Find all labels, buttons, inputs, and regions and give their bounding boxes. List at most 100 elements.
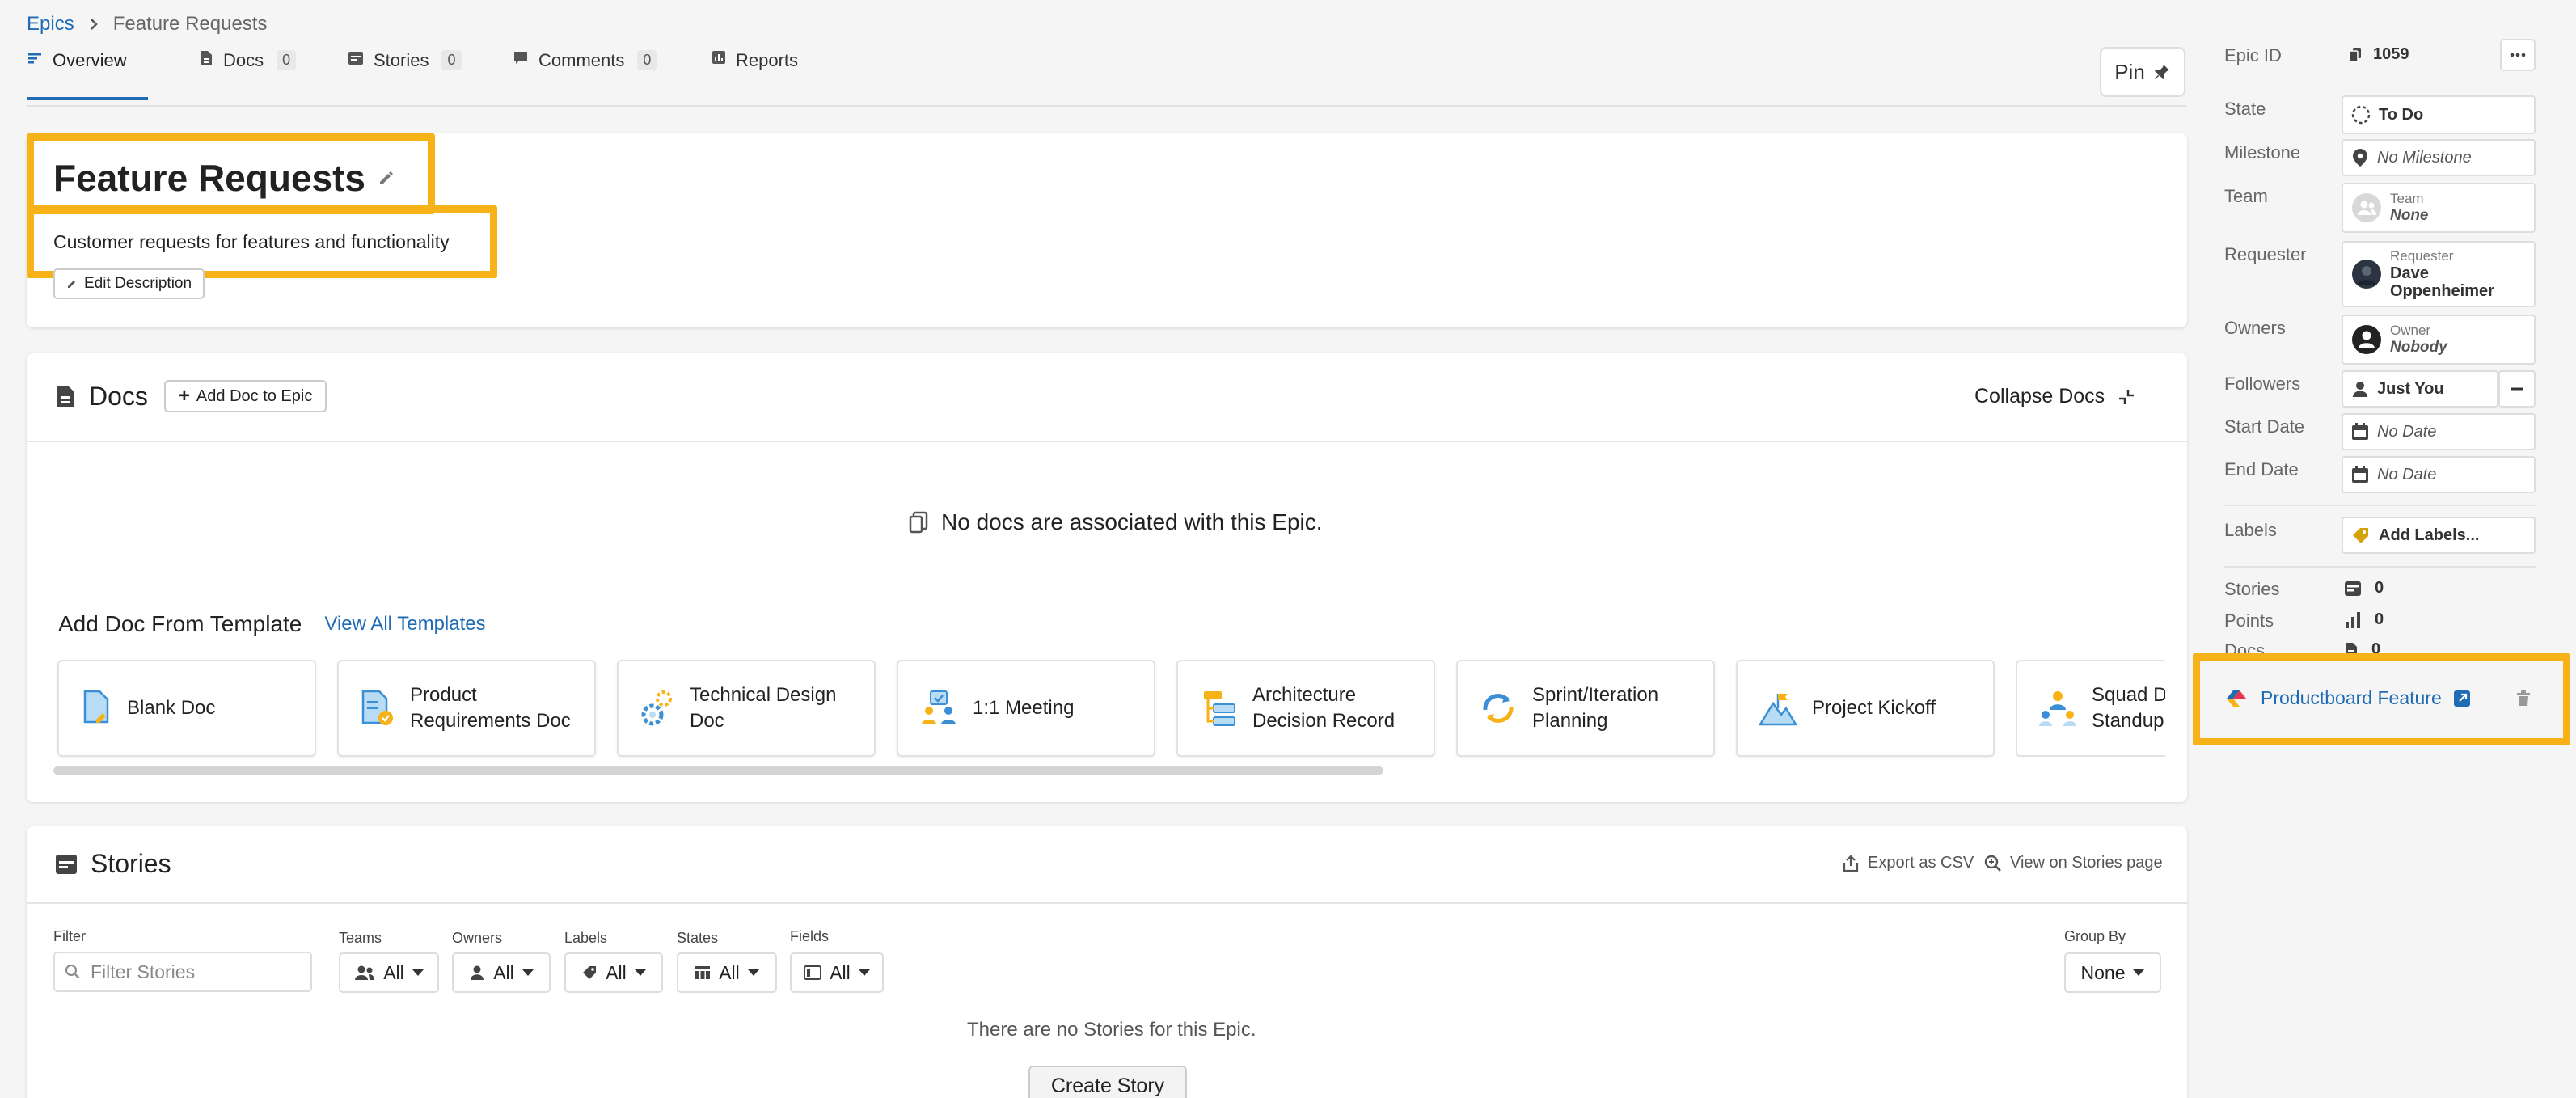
view-stories-page-link[interactable]: View on Stories page xyxy=(1984,854,2163,872)
template-product-line2: Requirements Doc xyxy=(410,710,571,732)
milestone-label: Milestone xyxy=(2224,142,2301,163)
state-field[interactable]: To Do xyxy=(2342,95,2536,134)
create-story-label: Create Story xyxy=(1050,1074,1165,1097)
requester-avatar xyxy=(2351,259,2382,289)
template-blank-doc-line1: Blank Doc xyxy=(127,697,216,719)
copy-icon xyxy=(2349,47,2362,63)
docs-title: Docs xyxy=(89,381,148,411)
groupby-dropdown[interactable]: None xyxy=(2064,952,2161,993)
requester-field[interactable]: Requester Dave Oppenheimer xyxy=(2342,241,2536,307)
template-product-requirements[interactable]: Product Requirements Doc xyxy=(337,660,596,757)
add-doc-button[interactable]: + Add Doc to Epic xyxy=(163,380,327,412)
stories-title: Stories xyxy=(91,849,171,878)
stories-count-row: 0 xyxy=(2344,579,2384,598)
owners-filter-value: All xyxy=(493,961,514,983)
edit-description-button[interactable]: Edit Description xyxy=(53,268,205,299)
create-story-button[interactable]: Create Story xyxy=(1028,1066,1187,1098)
template-project-kickoff[interactable]: Project Kickoff xyxy=(1736,660,1995,757)
filter-label: Filter xyxy=(53,928,86,944)
template-squad-standup[interactable]: Squad Da Standup xyxy=(2016,660,2165,757)
owners-filter-dropdown[interactable]: All xyxy=(452,952,551,993)
tab-docs-label: Docs xyxy=(223,50,264,70)
template-blank-doc[interactable]: Blank Doc xyxy=(57,660,316,757)
template-technical-design[interactable]: Technical Design Doc xyxy=(617,660,876,757)
tab-overview[interactable]: Overview xyxy=(27,50,148,100)
breadcrumb-current: Feature Requests xyxy=(112,13,268,35)
team-sub-label: Team xyxy=(2390,191,2424,206)
team-standup-icon xyxy=(2038,689,2077,728)
label-tag-icon xyxy=(2351,526,2371,544)
more-horizontal-icon xyxy=(2510,53,2526,57)
mountain-flag-icon xyxy=(1759,689,1797,728)
team-field[interactable]: Team None xyxy=(2342,183,2536,233)
tab-stories[interactable]: Stories 0 xyxy=(348,50,462,100)
fields-filter-label: Fields xyxy=(790,928,830,944)
points-row: 0 xyxy=(2344,610,2384,629)
team-label: Team xyxy=(2224,186,2268,206)
more-options-button[interactable] xyxy=(2500,39,2536,71)
collapse-docs-button[interactable]: Collapse Docs xyxy=(1974,385,2135,408)
labels-filter-dropdown[interactable]: All xyxy=(564,952,663,993)
export-csv-button[interactable]: Export as CSV xyxy=(1842,854,1974,872)
stories-header: Stories xyxy=(55,849,171,879)
tab-overview-label: Overview xyxy=(53,50,127,70)
breadcrumb-epics-link[interactable]: Epics xyxy=(27,13,74,36)
requester-label: Requester xyxy=(2224,244,2307,264)
search-icon xyxy=(65,964,81,980)
points-label: Points xyxy=(2224,610,2274,631)
chevron-down-icon xyxy=(2133,969,2145,976)
story-icon xyxy=(2344,581,2362,597)
template-one-on-one[interactable]: 1:1 Meeting xyxy=(897,660,1155,757)
epic-id-label: Epic ID xyxy=(2224,45,2282,65)
labels-label: Labels xyxy=(2224,520,2277,540)
unfollow-button[interactable] xyxy=(2498,370,2536,408)
end-date-field[interactable]: No Date xyxy=(2342,456,2536,493)
tab-reports[interactable]: Reports xyxy=(712,50,798,100)
states-filter-label: States xyxy=(677,930,719,946)
view-all-templates-link[interactable]: View All Templates xyxy=(324,613,485,636)
stories-header-icon xyxy=(55,854,78,875)
pin-button[interactable]: Pin xyxy=(2100,47,2185,97)
template-heading-row: Add Doc From Template View All Templates xyxy=(58,611,486,637)
teams-filter-dropdown[interactable]: All xyxy=(339,952,439,993)
filter-stories-input[interactable]: Filter Stories xyxy=(53,952,312,992)
owner-value: Nobody xyxy=(2390,339,2447,356)
states-filter-value: All xyxy=(719,961,740,983)
pin-label: Pin xyxy=(2114,59,2145,84)
start-date-value: No Date xyxy=(2377,422,2437,441)
start-date-field[interactable]: No Date xyxy=(2342,413,2536,450)
owners-field[interactable]: Owner Nobody xyxy=(2342,315,2536,365)
followers-field[interactable]: Just You xyxy=(2342,370,2498,408)
pin-icon xyxy=(2153,63,2171,81)
milestone-field[interactable]: No Milestone xyxy=(2342,139,2536,176)
states-filter-dropdown[interactable]: All xyxy=(677,952,777,993)
tab-docs[interactable]: Docs 0 xyxy=(199,50,297,100)
followers-label: Followers xyxy=(2224,374,2301,394)
fields-icon xyxy=(804,965,822,980)
zoom-icon xyxy=(1984,855,2002,872)
fields-filter-dropdown[interactable]: All xyxy=(790,952,884,993)
chevron-down-icon xyxy=(747,969,759,976)
add-labels-value: Add Labels... xyxy=(2379,526,2480,544)
teams-filter-value: All xyxy=(383,961,404,983)
person-icon xyxy=(469,965,485,981)
blank-doc-icon xyxy=(80,689,112,728)
export-csv-label: Export as CSV xyxy=(1868,854,1974,872)
requester-last-name: Oppenheimer xyxy=(2390,282,2494,300)
templates-scrollbar[interactable] xyxy=(53,766,1383,775)
template-sprint-planning[interactable]: Sprint/Iteration Planning xyxy=(1456,660,1715,757)
template-squad-line1: Squad Da xyxy=(2092,684,2165,706)
integration-highlight xyxy=(2193,653,2570,745)
report-icon xyxy=(712,50,726,65)
calendar-icon xyxy=(2351,423,2369,441)
map-pin-icon xyxy=(2351,148,2369,167)
template-sprint-line1: Sprint/Iteration xyxy=(1532,684,1659,706)
todo-state-icon xyxy=(2351,105,2371,125)
stories-empty-text: There are no Stories for this Epic. xyxy=(967,1019,1256,1041)
add-labels-field[interactable]: Add Labels... xyxy=(2342,517,2536,554)
tab-stories-label: Stories xyxy=(374,50,429,70)
epic-id-value-row[interactable]: 1059 xyxy=(2349,45,2409,64)
template-architecture[interactable]: Architecture Decision Record xyxy=(1176,660,1435,757)
tab-comments[interactable]: Comments 0 xyxy=(513,50,657,100)
stories-count-value: 0 xyxy=(2375,579,2384,597)
